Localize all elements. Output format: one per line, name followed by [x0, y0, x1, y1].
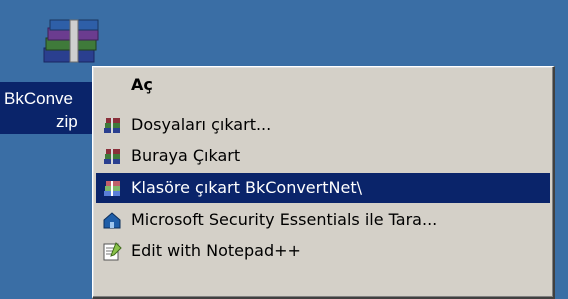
desktop-file-extension: zip — [56, 112, 78, 131]
context-menu: Aç Dosyaları çıkart... Buraya Çıkart Kla… — [92, 66, 555, 299]
notepad-plus-plus-icon — [103, 242, 122, 261]
microsoft-security-essentials-icon — [103, 212, 121, 229]
desktop-file-name: BkConve — [4, 89, 73, 108]
desktop-file-icon[interactable]: BkConve zip — [0, 0, 100, 150]
menu-item-label: Aç — [131, 75, 153, 94]
menu-item-label: Buraya Çıkart — [131, 146, 241, 165]
winrar-archive-icon — [43, 19, 99, 63]
menu-item-security-scan[interactable]: Microsoft Security Essentials ile Tara..… — [96, 205, 550, 235]
winrar-books-icon — [104, 181, 120, 196]
menu-item-label: Dosyaları çıkart... — [131, 115, 272, 134]
menu-item-open[interactable]: Aç — [96, 70, 550, 100]
winrar-books-icon — [104, 118, 120, 133]
desktop: { "desktop": { "selected_icon": { "label… — [0, 0, 568, 299]
menu-item-label: Klasöre çıkart BkConvertNet\ — [131, 178, 362, 197]
menu-item-extract-here[interactable]: Buraya Çıkart — [96, 141, 550, 171]
menu-item-label: Microsoft Security Essentials ile Tara..… — [131, 210, 438, 229]
menu-item-edit-notepad[interactable]: Edit with Notepad++ — [96, 236, 550, 266]
winrar-books-icon — [104, 149, 120, 164]
menu-item-extract-files[interactable]: Dosyaları çıkart... — [96, 110, 550, 140]
menu-item-label: Edit with Notepad++ — [131, 241, 301, 260]
desktop-file-label: BkConve zip — [0, 82, 100, 134]
menu-item-extract-to-folder[interactable]: Klasöre çıkart BkConvertNet\ — [96, 173, 550, 203]
